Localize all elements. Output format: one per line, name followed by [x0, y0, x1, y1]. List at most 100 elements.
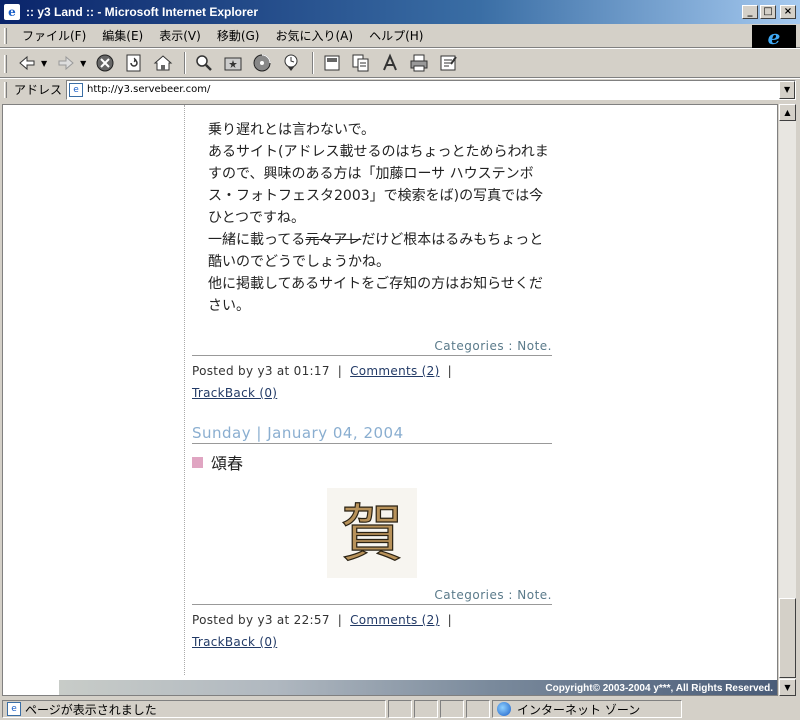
categories-link[interactable]: Categories : Note. [434, 588, 552, 602]
vertical-scrollbar[interactable]: ▲ ▼ [778, 104, 796, 696]
entry-title-text: 頌春 [211, 454, 244, 473]
strikethrough-text: 元々アレ [305, 232, 362, 248]
printer-icon [410, 54, 428, 72]
history-icon [284, 54, 298, 71]
favorites-button[interactable] [220, 51, 246, 75]
mail-icon [324, 55, 340, 71]
trackback-link[interactable]: TrackBack (0) [192, 635, 277, 649]
menu-go[interactable]: 移動(G) [209, 25, 268, 46]
status-pane [466, 700, 490, 718]
entry-title: 頌春 [192, 450, 552, 474]
toolbar-separator [312, 52, 315, 74]
discuss-button[interactable] [435, 51, 461, 75]
trackback-link[interactable]: TrackBack (0) [192, 386, 277, 400]
entry-body: 乗り遅れとは言わないで。 あるサイト(アドレス載せるのはちょっとためらわれますの… [192, 105, 552, 317]
refresh-button[interactable] [121, 51, 147, 75]
notepad-icon [440, 55, 458, 71]
back-arrow-icon [19, 55, 35, 71]
separator: | [337, 613, 343, 627]
home-icon [153, 55, 173, 71]
address-input[interactable] [87, 84, 768, 95]
scroll-up-button[interactable]: ▲ [779, 104, 796, 121]
address-label: アドレス [14, 83, 63, 97]
menu-bar: ファイル(F) 編集(E) 表示(V) 移動(G) お気に入り(A) ヘルプ(H… [0, 24, 800, 48]
toolbar-separator [184, 52, 187, 74]
internet-globe-icon [497, 702, 511, 716]
scroll-down-button[interactable]: ▼ [779, 679, 796, 696]
entry-paragraph: 一緒に載ってる元々アレだけど根本はるみもちょっと酷いのでどうでしょうかね。 [208, 229, 552, 273]
home-button[interactable] [150, 51, 176, 75]
status-message: ページが表示されました [25, 702, 157, 717]
menu-favorites[interactable]: お気に入り(A) [267, 25, 361, 46]
security-zone-pane[interactable]: インターネット ゾーン [492, 700, 682, 718]
entry-paragraph: 乗り遅れとは言わないで。 [208, 122, 376, 138]
status-pane [388, 700, 412, 718]
date-header: Sunday | January 04, 2004 [192, 424, 552, 444]
print-button[interactable] [406, 51, 432, 75]
entry-paragraph: あるサイト(アドレス載せるのはちょっとためらわれますので、興味のある方は「加藤ロ… [208, 144, 549, 226]
entry-footer: Posted by y3 at 01:17 | Comments (2) | Trac… [192, 360, 552, 404]
title-marker-icon [192, 456, 203, 468]
menu-help[interactable]: ヘルプ(H) [361, 25, 431, 46]
maximize-button[interactable]: □ [760, 5, 776, 19]
menu-edit[interactable]: 編集(E) [94, 25, 151, 46]
categories-link[interactable]: Categories : Note. [434, 339, 552, 353]
back-button[interactable] [14, 51, 40, 75]
close-button[interactable]: × [780, 5, 796, 19]
entry-footer: Posted by y3 at 22:57 | Comments (2) | Trac… [192, 609, 552, 653]
edit-pages-icon [352, 54, 369, 72]
search-button[interactable] [191, 51, 217, 75]
media-button[interactable] [249, 51, 275, 75]
status-message-pane: e ページが表示されました [2, 700, 386, 718]
title-bar: e :: y3 Land :: - Microsoft Internet Exp… [0, 0, 800, 24]
ie-logo-icon: e [752, 25, 796, 49]
column-divider [184, 105, 185, 675]
entry-categories: Categories : Note. [192, 339, 552, 356]
copyright-text: Copyright© 2003-2004 y***, All Rights Re… [545, 682, 773, 694]
menu-view[interactable]: 表示(V) [151, 25, 209, 46]
scroll-thumb[interactable] [779, 598, 796, 678]
media-icon [253, 54, 271, 72]
status-pane [414, 700, 438, 718]
favorites-folder-icon [224, 57, 242, 71]
back-dropdown-icon[interactable]: ▼ [41, 59, 47, 68]
posted-by-text: Posted by y3 at 22:57 [192, 613, 330, 627]
forward-arrow-icon [58, 55, 74, 71]
ie-page-icon: e [4, 4, 20, 20]
font-button[interactable] [377, 51, 403, 75]
entry-paragraph: 他に掲載してあるサイトをご存知の方はお知らせください。 [208, 276, 543, 314]
content-viewport[interactable]: 乗り遅れとは言わないで。 あるサイト(アドレス載せるのはちょっとためらわれますの… [2, 104, 778, 696]
menu-grip[interactable] [4, 28, 7, 44]
comments-link[interactable]: Comments (2) [350, 613, 439, 627]
stop-icon [96, 54, 114, 72]
stop-button[interactable] [92, 51, 118, 75]
toolbar-grip[interactable] [4, 55, 7, 73]
entry-categories: Categories : Note. [192, 588, 552, 605]
toolbar: ▼ ▼ [0, 48, 800, 78]
refresh-icon [126, 54, 141, 72]
edit-button[interactable] [348, 51, 374, 75]
font-a-icon [383, 53, 398, 71]
address-dropdown-icon[interactable]: ▼ [779, 80, 796, 99]
history-button[interactable] [278, 51, 304, 75]
separator: | [337, 364, 343, 378]
forward-button[interactable] [53, 51, 79, 75]
zone-label: インターネット ゾーン [517, 702, 641, 717]
svg-text:賀: 賀 [341, 497, 403, 570]
window-title: :: y3 Land :: - Microsoft Internet Explo… [26, 5, 259, 19]
entry-text: 一緒に載ってる [208, 232, 306, 248]
menu-file[interactable]: ファイル(F) [14, 25, 94, 46]
address-bar: アドレス e ▼ [0, 78, 800, 100]
forward-dropdown-icon[interactable]: ▼ [80, 59, 86, 68]
minimize-button[interactable]: _ [742, 5, 758, 19]
copyright-bar: Copyright© 2003-2004 y***, All Rights Re… [59, 680, 777, 695]
address-field[interactable]: e ▼ [66, 79, 797, 100]
calligraphy-ga-icon: 賀 [340, 496, 403, 570]
mail-button[interactable] [319, 51, 345, 75]
separator: | [447, 613, 452, 627]
address-grip[interactable] [4, 82, 7, 98]
separator: | [447, 364, 452, 378]
comments-link[interactable]: Comments (2) [350, 364, 439, 378]
posted-by-text: Posted by y3 at 01:17 [192, 364, 330, 378]
blog-main-column: 乗り遅れとは言わないで。 あるサイト(アドレス載せるのはちょっとためらわれますの… [192, 105, 552, 653]
